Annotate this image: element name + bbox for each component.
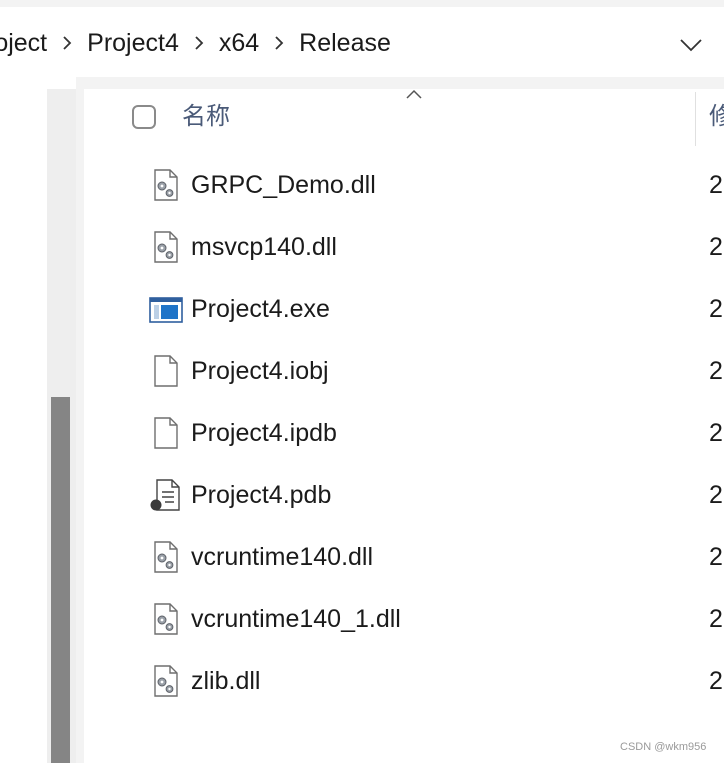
dll-file-icon <box>148 601 184 637</box>
list-item[interactable]: vcruntime140_1.dll 2 <box>84 588 724 650</box>
file-name: msvcp140.dll <box>191 233 337 261</box>
blank-file-icon <box>148 415 184 451</box>
breadcrumb: roject Project4 x64 Release <box>0 27 391 59</box>
application-icon <box>148 291 184 327</box>
nav-scrollbar-thumb[interactable] <box>51 397 70 763</box>
file-date: 2 <box>709 233 723 261</box>
file-name: Project4.ipdb <box>191 419 337 447</box>
breadcrumb-item-project[interactable]: roject <box>0 27 47 59</box>
file-date: 2 <box>709 667 723 695</box>
column-header-modified[interactable]: 修 <box>709 101 724 133</box>
breadcrumb-item-project4[interactable]: Project4 <box>87 27 179 59</box>
file-name: vcruntime140.dll <box>191 543 374 571</box>
file-date: 2 <box>709 543 723 571</box>
file-date: 2 <box>709 357 723 385</box>
file-date: 2 <box>709 605 723 633</box>
file-name: zlib.dll <box>191 667 261 695</box>
file-date: 2 <box>709 171 723 199</box>
chevron-right-icon[interactable] <box>47 27 87 59</box>
dll-file-icon <box>148 229 184 265</box>
file-name: GRPC_Demo.dll <box>191 171 376 199</box>
breadcrumb-item-release[interactable]: Release <box>299 27 391 59</box>
file-name: vcruntime140_1.dll <box>191 605 401 633</box>
select-all-checkbox[interactable] <box>132 105 156 129</box>
chevron-right-icon[interactable] <box>179 27 219 59</box>
column-divider[interactable] <box>695 92 696 146</box>
navigation-pane <box>0 77 76 763</box>
file-date: 2 <box>709 295 723 323</box>
column-header-row: 名称 修 <box>84 92 724 146</box>
chevron-right-icon[interactable] <box>259 27 299 59</box>
file-name: Project4.exe <box>191 295 330 323</box>
address-bar[interactable]: roject Project4 x64 Release <box>0 7 724 78</box>
list-item[interactable]: GRPC_Demo.dll 2 <box>84 154 724 216</box>
list-item[interactable]: msvcp140.dll 2 <box>84 216 724 278</box>
list-item[interactable]: Project4.ipdb 2 <box>84 402 724 464</box>
file-list: GRPC_Demo.dll 2 msvcp140.dll 2 Project4.… <box>84 154 724 712</box>
dll-file-icon <box>148 663 184 699</box>
file-name: Project4.pdb <box>191 481 332 509</box>
file-date: 2 <box>709 481 723 509</box>
list-item[interactable]: zlib.dll 2 <box>84 650 724 712</box>
list-item[interactable]: Project4.iobj 2 <box>84 340 724 402</box>
breadcrumb-item-x64[interactable]: x64 <box>219 27 259 59</box>
list-item[interactable]: Project4.exe 2 <box>84 278 724 340</box>
pdb-file-icon <box>148 477 184 513</box>
list-item[interactable]: Project4.pdb 2 <box>84 464 724 526</box>
dll-file-icon <box>148 539 184 575</box>
blank-file-icon <box>148 353 184 389</box>
chevron-down-icon <box>680 39 702 52</box>
column-header-name[interactable]: 名称 <box>182 101 230 133</box>
file-date: 2 <box>709 419 723 447</box>
watermark: CSDN @wkm956 <box>620 741 707 753</box>
dll-file-icon <box>148 167 184 203</box>
list-item[interactable]: vcruntime140.dll 2 <box>84 526 724 588</box>
file-name: Project4.iobj <box>191 357 329 385</box>
address-history-dropdown-button[interactable] <box>675 29 707 61</box>
